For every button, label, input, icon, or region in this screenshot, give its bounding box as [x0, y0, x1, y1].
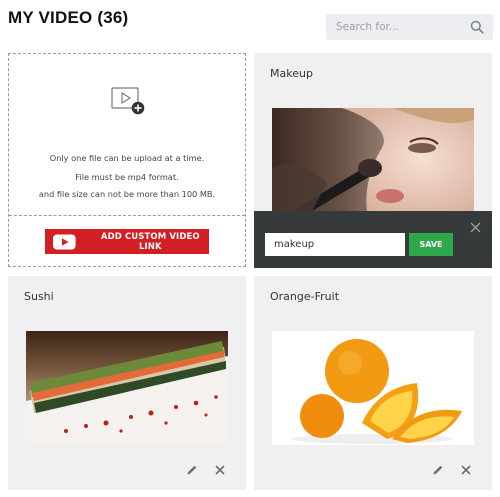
add-custom-video-link-label: ADD CUSTOM VIDEO LINK: [100, 231, 200, 252]
card-actions: [186, 464, 226, 476]
video-title: Makeup: [270, 67, 313, 80]
video-card-makeup: Makeup: [254, 53, 492, 211]
upload-info-line-1: Only one file can be upload at a time.: [49, 153, 205, 163]
video-thumbnail-orange-fruit[interactable]: [272, 331, 474, 445]
video-card-orange-fruit: Orange-Fruit: [254, 276, 492, 490]
edit-icon[interactable]: [186, 464, 198, 476]
rename-bar: SAVE: [254, 211, 492, 268]
video-thumbnail-makeup[interactable]: [272, 108, 474, 211]
upload-info-line-2: File must be mp4 format.: [75, 172, 179, 182]
video-card-sushi: Sushi: [8, 276, 246, 490]
video-add-icon: [111, 87, 145, 115]
upload-divider: [9, 215, 245, 216]
search-box: [326, 14, 493, 40]
card-actions: [432, 464, 472, 476]
close-icon[interactable]: [470, 222, 481, 233]
edit-icon[interactable]: [432, 464, 444, 476]
search-input[interactable]: [326, 14, 466, 40]
page-title: MY VIDEO (36): [8, 8, 129, 27]
delete-icon[interactable]: [460, 464, 472, 476]
video-title: Orange-Fruit: [270, 290, 340, 303]
delete-icon[interactable]: [214, 464, 226, 476]
video-title: Sushi: [24, 290, 54, 303]
save-button[interactable]: SAVE: [409, 233, 453, 256]
video-name-input[interactable]: [265, 233, 405, 256]
upload-card: Only one file can be upload at a time. F…: [8, 53, 246, 267]
upload-info-line-3: and file size can not be more than 100 M…: [38, 189, 216, 199]
search-icon[interactable]: [470, 20, 484, 34]
video-thumbnail-sushi[interactable]: [26, 331, 228, 445]
add-custom-video-link-button[interactable]: ADD CUSTOM VIDEO LINK: [45, 229, 209, 254]
youtube-icon: [53, 233, 76, 250]
